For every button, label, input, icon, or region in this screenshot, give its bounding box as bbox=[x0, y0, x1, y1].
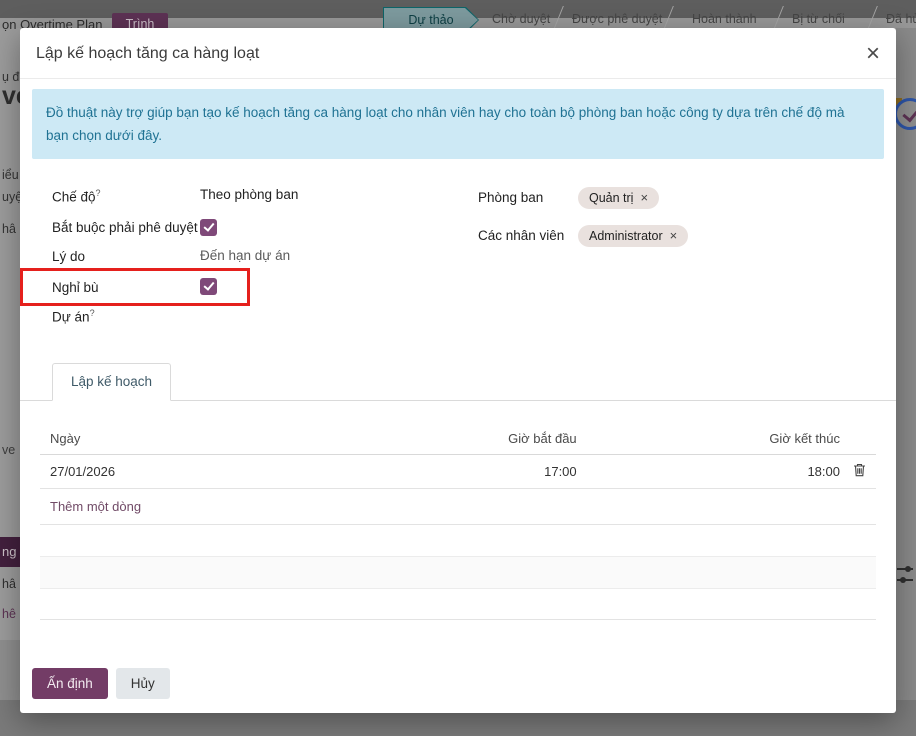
statusbar-tab: Bị từ chối bbox=[792, 12, 845, 26]
column-header-date: Ngày bbox=[50, 431, 313, 446]
cell-date[interactable]: 27/01/2026 bbox=[50, 464, 313, 479]
field-row-approval-required: Bắt buộc phải phê duyệt bbox=[52, 219, 438, 236]
reason-label: Lý do bbox=[52, 248, 200, 264]
bg-text-fragment: ve bbox=[2, 443, 15, 457]
field-row-mode: Chế độ? Theo phòng ban bbox=[52, 187, 438, 205]
form-right-column: Phòng ban Quản trị × Các nhân viên Admini… bbox=[478, 187, 864, 338]
field-label-mode: Chế độ? bbox=[52, 187, 200, 205]
column-header-end-time: Giờ kết thúc bbox=[577, 431, 840, 446]
mass-overtime-plan-dialog: Lập kế hoạch tăng ca hàng loạt × Đồ thuậ… bbox=[20, 28, 896, 713]
bg-text-fragment: hâ bbox=[2, 577, 16, 591]
help-marker: ? bbox=[90, 308, 95, 318]
info-alert: Đồ thuật này trợ giúp bạn tạo kế hoạch t… bbox=[32, 89, 884, 159]
dialog-body: Đồ thuật này trợ giúp bạn tạo kế hoạch t… bbox=[20, 79, 896, 620]
department-tag[interactable]: Quản trị × bbox=[578, 187, 659, 209]
employee-tag[interactable]: Administrator × bbox=[578, 225, 688, 247]
tab-planning[interactable]: Lập kế hoạch bbox=[52, 363, 171, 401]
field-row-employees: Các nhân viên Administrator × bbox=[478, 225, 864, 247]
table-row[interactable]: 27/01/2026 17:00 18:00 bbox=[40, 455, 876, 489]
mode-label-text: Chế độ bbox=[52, 190, 96, 205]
slider-line bbox=[897, 579, 913, 581]
mode-select[interactable]: Theo phòng ban bbox=[200, 187, 298, 202]
cell-start-time[interactable]: 17:00 bbox=[313, 464, 576, 479]
time-off-label: Nghỉ bù bbox=[52, 278, 200, 295]
field-row-reason: Lý do Đến hạn dự án bbox=[52, 248, 438, 264]
bg-text-fragment: iểu bbox=[2, 168, 19, 182]
slider-line bbox=[897, 568, 913, 570]
time-off-checkbox[interactable] bbox=[200, 278, 217, 295]
dialog-header: Lập kế hoạch tăng ca hàng loạt × bbox=[20, 28, 896, 79]
form-grid: Chế độ? Theo phòng ban Bắt buộc phải phê… bbox=[32, 173, 884, 338]
list-header-row: Ngày Giờ bắt đầu Giờ kết thúc bbox=[40, 423, 876, 455]
tag-remove-icon[interactable]: × bbox=[640, 193, 648, 203]
delete-row-button[interactable] bbox=[840, 463, 866, 480]
planning-list: Ngày Giờ bắt đầu Giờ kết thúc 27/01/2026… bbox=[40, 423, 876, 620]
screen: ọn Overtime Plan Trình Dự thảo Chờ duyệt… bbox=[0, 0, 916, 736]
empty-row bbox=[40, 589, 876, 620]
notebook: Lập kế hoạch bbox=[32, 362, 884, 400]
column-header-start-time: Giờ bắt đầu bbox=[313, 431, 576, 446]
help-marker: ? bbox=[96, 188, 101, 198]
statusbar-tab: Được phê duyệt bbox=[572, 12, 662, 26]
empty-row bbox=[40, 525, 876, 556]
close-icon[interactable]: × bbox=[866, 45, 880, 63]
confirm-button[interactable]: Ấn định bbox=[32, 668, 108, 699]
bg-text-fragment: hâ bbox=[2, 222, 16, 236]
statusbar-tab: Đã hủ bbox=[886, 12, 916, 26]
dialog-footer: Ấn định Hủy bbox=[32, 668, 170, 699]
project-label: Dự án? bbox=[52, 307, 200, 325]
dialog-title: Lập kế hoạch tăng ca hàng loạt bbox=[36, 45, 259, 63]
bg-selected-row-fragment: ng bbox=[0, 537, 20, 567]
approval-required-label: Bắt buộc phải phê duyệt bbox=[52, 219, 200, 235]
form-left-column: Chế độ? Theo phòng ban Bắt buộc phải phê… bbox=[52, 187, 438, 338]
add-a-line-link[interactable]: Thêm một dòng bbox=[40, 489, 876, 525]
statusbar-tab: Chờ duyệt bbox=[492, 12, 550, 26]
field-row-project: Dự án? bbox=[52, 307, 438, 325]
statusbar-tab: Hoàn thành bbox=[692, 12, 757, 26]
project-label-text: Dự án bbox=[52, 309, 90, 324]
field-row-time-off: Nghỉ bù bbox=[52, 278, 438, 295]
filter-sliders-icon bbox=[897, 568, 913, 590]
time-off-row-wrap: Nghỉ bù bbox=[52, 278, 438, 295]
bg-link-fragment: hê bbox=[2, 607, 16, 621]
tag-remove-icon[interactable]: × bbox=[670, 231, 678, 241]
cancel-button[interactable]: Hủy bbox=[116, 668, 170, 699]
department-label: Phòng ban bbox=[478, 187, 578, 205]
approval-required-checkbox[interactable] bbox=[200, 219, 217, 236]
trash-icon bbox=[853, 463, 866, 477]
employees-label: Các nhân viên bbox=[478, 225, 578, 243]
empty-row bbox=[40, 556, 876, 589]
cell-end-time[interactable]: 18:00 bbox=[577, 464, 840, 479]
department-tag-text: Quản trị bbox=[589, 191, 633, 205]
field-row-department: Phòng ban Quản trị × bbox=[478, 187, 864, 209]
reason-input[interactable]: Đến hạn dự án bbox=[200, 248, 290, 263]
employee-tag-text: Administrator bbox=[589, 229, 663, 243]
